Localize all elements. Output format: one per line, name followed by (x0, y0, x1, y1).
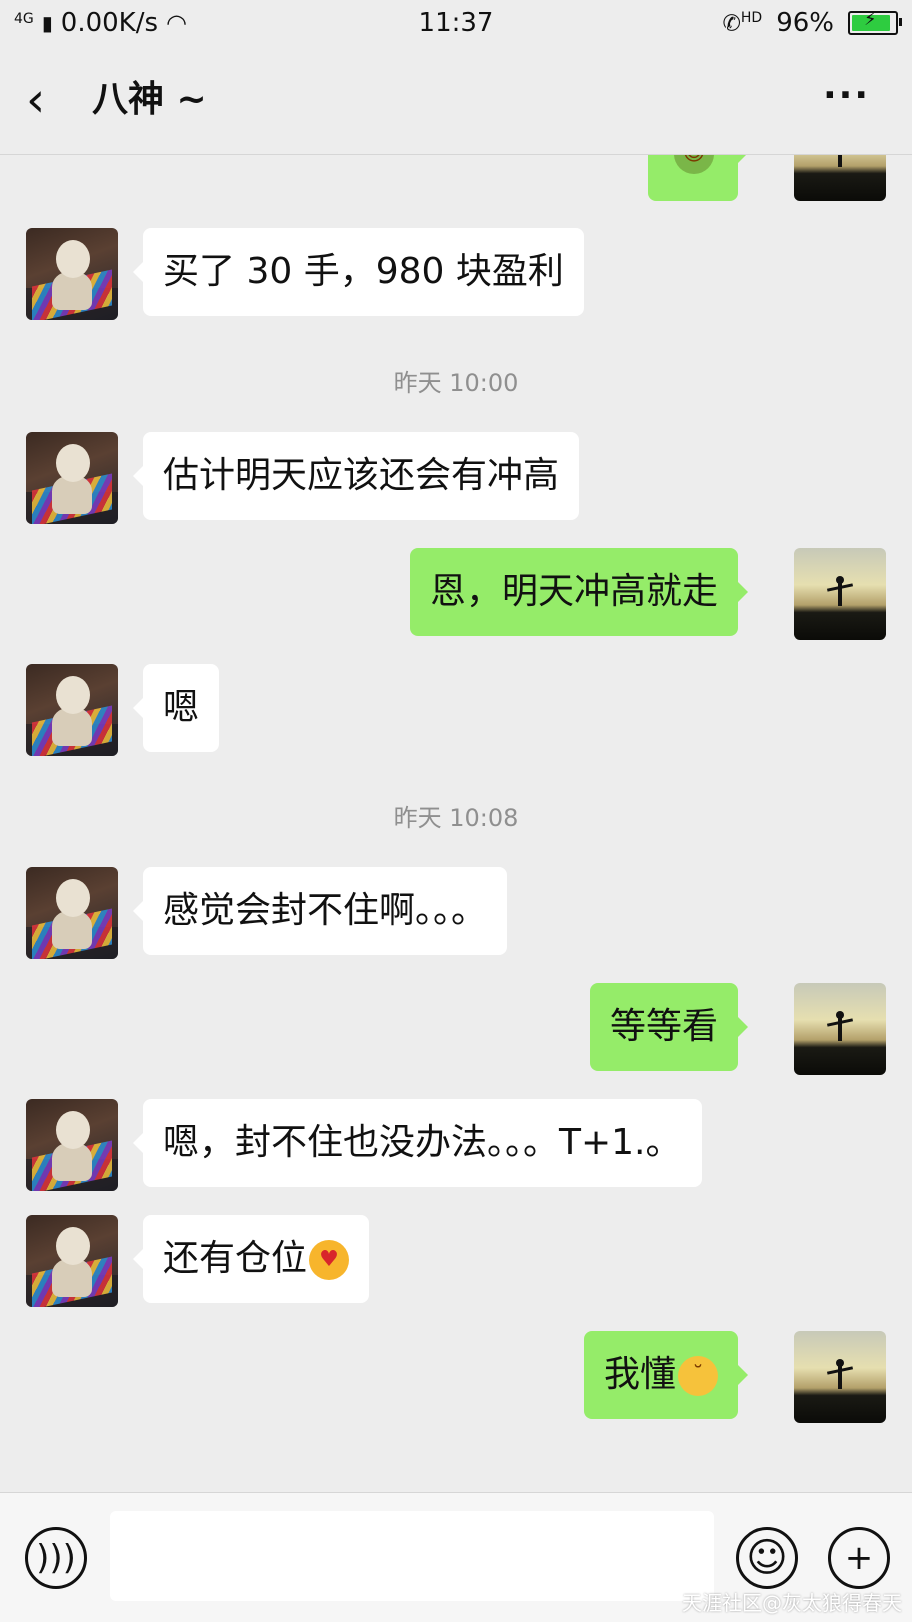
message-text: 我懂 (603, 1354, 676, 1395)
received-bubble[interactable]: 估计明天应该还会有冲高 (132, 432, 580, 520)
sunset-avatar[interactable] (794, 548, 886, 640)
chevron-left-icon[interactable]: ‹ (26, 76, 45, 124)
dog-avatar[interactable] (26, 664, 118, 756)
dog-avatar[interactable] (26, 867, 118, 959)
received-bubble[interactable]: 还有仓位 ♥ (132, 1215, 370, 1303)
smiley-icon[interactable]: ☺ (736, 1527, 798, 1589)
more-dots-icon[interactable]: ··· (823, 78, 870, 114)
dog-avatar[interactable] (26, 432, 118, 524)
sent-bubble[interactable]: 恩，明天冲高就走 (409, 548, 749, 636)
sunset-avatar[interactable] (794, 1331, 886, 1423)
input-bar: ))) ☺ + 天涯社区@灰太狼得春天 (0, 1492, 912, 1622)
dog-avatar[interactable] (26, 1215, 118, 1307)
sunset-avatar[interactable] (794, 155, 886, 201)
chat-title: 八神 ~ (92, 79, 207, 120)
smirk-emoji-icon: ˘ (678, 1356, 718, 1396)
hd-call-icon: ✆HD (722, 9, 763, 37)
sent-bubble[interactable]: 等等看 (589, 983, 749, 1071)
time-divider: 昨天 10:00 (393, 369, 519, 397)
battery-percent: 96% (776, 8, 834, 38)
chat-header: ‹ 八神 ~ ··· (0, 48, 912, 155)
battery-icon: ⚡ (848, 9, 902, 35)
status-right: ✆HD 96% ⚡ (722, 8, 902, 38)
received-bubble[interactable]: 嗯 (132, 664, 220, 752)
voice-icon[interactable]: ))) (25, 1527, 87, 1589)
time-divider: 昨天 10:08 (393, 804, 519, 832)
status-bar: 4G ▮ 0.00K/s ◠ 11:37 ✆HD 96% ⚡ (0, 0, 912, 48)
sunset-avatar[interactable] (794, 983, 886, 1075)
dog-avatar[interactable] (26, 1099, 118, 1191)
heart-eyes-emoji-icon: ♥ (309, 1240, 350, 1280)
sent-bubble[interactable]: 我懂 ˘ (583, 1331, 749, 1419)
emoji-icon: ☺ (674, 155, 714, 174)
message-input[interactable] (110, 1511, 714, 1601)
received-bubble[interactable]: 买了 30 手，980 块盈利 (133, 228, 584, 316)
plus-icon[interactable]: + (828, 1527, 890, 1589)
received-bubble[interactable]: 感觉会封不住啊。。。 (132, 867, 508, 955)
charging-bolt-icon: ⚡ (864, 9, 877, 30)
watermark: 天涯社区@灰太狼得春天 (682, 1591, 902, 1615)
message-text: 还有仓位 (163, 1238, 308, 1279)
received-bubble[interactable]: 嗯，封不住也没办法。。。T+1.。 (133, 1099, 702, 1187)
message-list[interactable]: ☺ 买了 30 手，980 块盈利 昨天 10:00 估计明天应该还会有冲高 恩… (0, 155, 912, 1492)
sent-bubble[interactable]: ☺ (648, 155, 748, 201)
dog-avatar[interactable] (26, 228, 118, 320)
